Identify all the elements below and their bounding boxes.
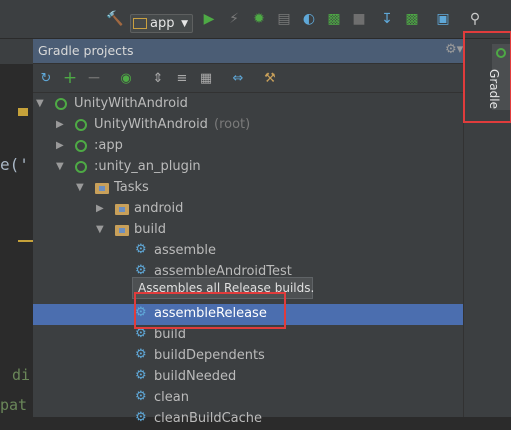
run-icon[interactable]: ▶ [200, 10, 218, 28]
tree-item-label: buildNeeded [154, 369, 237, 384]
tree-item-label: :unity_an_plugin [94, 159, 201, 174]
tree-item-label: UnityWithAndroid [74, 96, 188, 111]
highlight-box-gradle-tab [463, 31, 511, 123]
search-icon[interactable]: ⚲ [466, 10, 484, 28]
tree-row[interactable]: ▼ :unity_an_plugin [33, 157, 463, 178]
avd-manager-icon[interactable]: ▩ [403, 10, 421, 28]
toggle-offline-icon[interactable]: ⇔ [229, 69, 247, 87]
gear-icon: ⚙ [135, 263, 147, 278]
add-icon[interactable]: + [61, 68, 79, 88]
tree-row[interactable]: ▼ UnityWithAndroid [33, 94, 463, 115]
gear-icon: ⚙ [135, 389, 147, 404]
expand-arrow-icon[interactable]: ▼ [56, 161, 64, 172]
editor-marker [18, 240, 33, 242]
tree-row[interactable]: ⚙ buildNeeded [33, 367, 463, 388]
sdk-manager-icon[interactable]: ↧ [378, 10, 396, 28]
chevron-down-icon: ▼ [181, 18, 188, 29]
debug-icon[interactable]: ✹ [250, 10, 268, 28]
tree-item-label: assemble [154, 243, 217, 258]
tree-row[interactable]: ▼ build [33, 220, 463, 241]
android-run-icon[interactable]: ▩ [325, 10, 343, 28]
tree-row[interactable]: ⚙ buildDependents [33, 346, 463, 367]
stop-icon[interactable]: ■ [350, 10, 368, 28]
panel-toolbar: ↻ + − ◉ ⇕ ≡ ▦ ⇔ ⚒ [33, 64, 463, 93]
tree-row[interactable]: ▼ Tasks [33, 178, 463, 199]
profile-icon[interactable]: ◐ [300, 10, 318, 28]
panel-header: Gradle projects ⚙▾ ⇥ [33, 39, 483, 64]
tree-row[interactable]: ▶ android [33, 199, 463, 220]
group-icon[interactable]: ▦ [197, 69, 215, 87]
gradle-module-icon [75, 119, 87, 131]
project-structure-icon[interactable]: ▣ [434, 10, 452, 28]
settings-gear-icon[interactable]: ⚙▾ [445, 42, 463, 57]
tree-row[interactable]: ▶ UnityWithAndroid (root) [33, 115, 463, 136]
editor-marker [18, 108, 28, 116]
gear-icon: ⚙ [135, 242, 147, 257]
refresh-icon[interactable]: ↻ [37, 69, 55, 87]
tree-item-label: clean [154, 390, 189, 405]
collapse-arrow-icon[interactable]: ▶ [96, 203, 104, 214]
code-editor[interactable] [0, 39, 33, 417]
code-fragment: di [12, 366, 31, 384]
hammer-icon[interactable]: 🔨 [106, 10, 124, 28]
collapse-all-icon[interactable]: ≡ [173, 69, 191, 87]
code-fragment: e(' [0, 155, 29, 174]
run-config-label: app [150, 16, 175, 31]
gradle-run-icon[interactable]: ◉ [117, 69, 135, 87]
folder-icon [115, 225, 129, 236]
gradle-projects-panel: Gradle projects ⚙▾ ⇥ ↻ + − ◉ ⇕ ≡ ▦ ⇔ ⚒ ▼… [33, 39, 483, 426]
gear-icon: ⚙ [135, 347, 147, 362]
expand-all-icon[interactable]: ⇕ [149, 69, 167, 87]
gear-icon: ⚙ [135, 410, 147, 425]
collapse-arrow-icon[interactable]: ▶ [56, 140, 64, 151]
tree-item-label: build [154, 327, 186, 342]
gear-icon: ⚙ [135, 368, 147, 383]
tree-item-label: build [134, 222, 166, 237]
main-toolbar: 🔨 app ▼ ▶ ⚡ ✹ ▤ ◐ ▩ ■ ↧ ▩ ▣ ⚲ [0, 0, 511, 39]
tree-item-label: UnityWithAndroid [94, 117, 208, 132]
folder-icon [115, 204, 129, 215]
expand-arrow-icon[interactable]: ▼ [76, 182, 84, 193]
gradle-module-icon [55, 98, 67, 110]
run-config-icon [133, 18, 147, 29]
editor-tab[interactable] [0, 39, 33, 64]
tree-item-label: cleanBuildCache [154, 411, 263, 426]
collapse-arrow-icon[interactable]: ▶ [56, 119, 64, 130]
expand-arrow-icon[interactable]: ▼ [36, 98, 44, 109]
tree-row[interactable]: ⚙ clean [33, 388, 463, 409]
gradle-module-icon [75, 140, 87, 152]
gradle-module-icon [75, 161, 87, 173]
code-fragment: pat [0, 396, 28, 414]
remove-icon: − [86, 68, 102, 88]
tree-row[interactable]: ▶ :app [33, 136, 463, 157]
run-config-dropdown[interactable]: app ▼ [130, 14, 193, 33]
tree-row[interactable]: ⚙ assemble [33, 241, 463, 262]
tree-item-label: :app [94, 138, 123, 153]
tree-row[interactable]: ⚙ cleanBuildCache [33, 409, 463, 430]
tree-item-label: buildDependents [154, 348, 265, 363]
settings-icon[interactable]: ⚒ [261, 69, 279, 87]
tree-item-suffix: (root) [214, 117, 251, 132]
tree-item-label: android [134, 201, 184, 216]
expand-arrow-icon[interactable]: ▼ [96, 224, 104, 235]
highlight-box-assemble-release [134, 292, 286, 329]
tree-item-label: Tasks [114, 180, 149, 195]
coverage-icon[interactable]: ▤ [275, 10, 293, 28]
folder-icon [95, 183, 109, 194]
attach-icon[interactable]: ⚡ [225, 10, 243, 28]
panel-title: Gradle projects [38, 43, 134, 58]
